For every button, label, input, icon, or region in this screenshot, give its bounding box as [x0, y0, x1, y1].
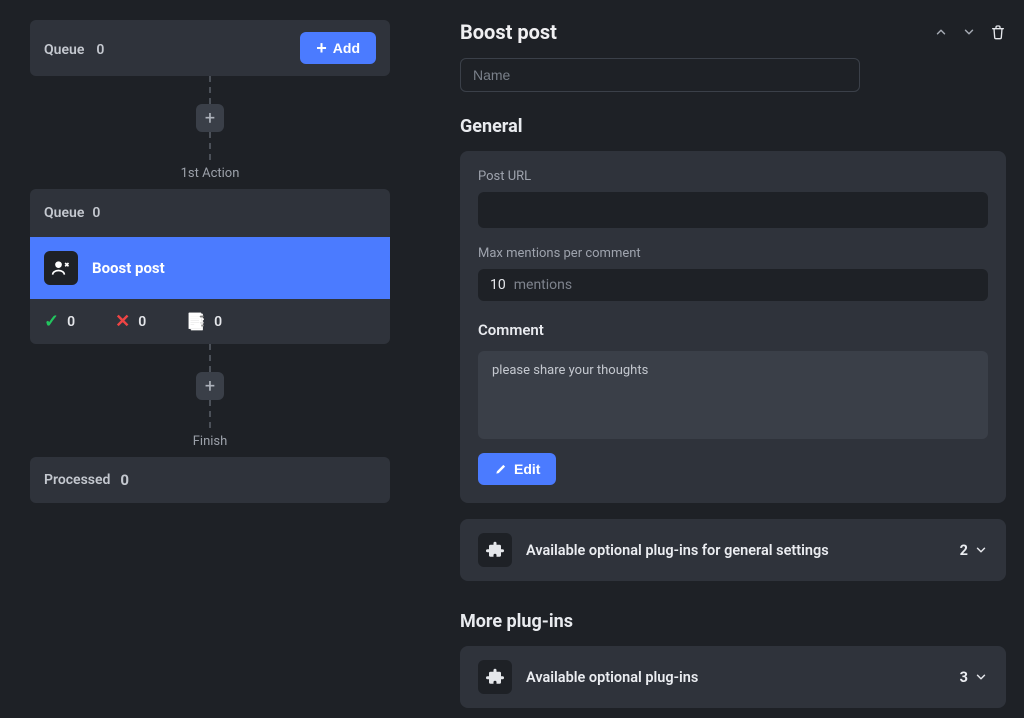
- plugins-general-text: Available optional plug-ins for general …: [526, 542, 946, 559]
- move-down-icon[interactable]: [962, 25, 976, 39]
- boost-post-row[interactable]: Boost post: [30, 237, 390, 299]
- post-url-label: Post URL: [478, 169, 988, 184]
- detail-panel: Boost post General Post URL Max mentions…: [420, 0, 1024, 718]
- connector: [209, 76, 211, 104]
- add-step-button[interactable]: +: [196, 104, 224, 132]
- queue-label-group: Queue 0: [44, 39, 104, 58]
- edit-button-label: Edit: [514, 461, 540, 477]
- stat-other-value: 0: [214, 314, 222, 330]
- plugins-more-count: 3: [960, 669, 988, 686]
- action-card: Queue 0 Boost post ✓ 0 ✕ 0 �: [30, 189, 390, 344]
- add-button[interactable]: + Add: [300, 32, 376, 64]
- name-input[interactable]: [460, 58, 860, 92]
- stat-fail: ✕ 0: [115, 311, 146, 332]
- queue-count: 0: [96, 42, 104, 58]
- boost-icon: [44, 251, 78, 285]
- detail-title: Boost post: [460, 20, 557, 44]
- plugins-more-text: Available optional plug-ins: [526, 669, 946, 686]
- puzzle-icon: [478, 660, 512, 694]
- queue-label: Queue: [44, 205, 84, 221]
- processed-count: 0: [120, 471, 129, 489]
- comment-textarea[interactable]: please share your thoughts: [478, 351, 988, 439]
- plugins-more-row[interactable]: Available optional plug-ins 3: [460, 646, 1006, 708]
- delete-icon[interactable]: [990, 24, 1006, 40]
- connector: [209, 132, 211, 160]
- plugins-general-row[interactable]: Available optional plug-ins for general …: [460, 519, 1006, 581]
- x-icon: ✕: [115, 311, 130, 332]
- add-step-button[interactable]: +: [196, 372, 224, 400]
- more-plugins-heading: More plug-ins: [460, 611, 1006, 632]
- general-heading: General: [460, 116, 1006, 137]
- comment-heading: Comment: [478, 321, 988, 339]
- queue-label: Queue: [44, 42, 84, 58]
- workflow-column: Queue 0 + Add + 1st Action Queue 0 Boost…: [0, 0, 420, 718]
- stat-success: ✓ 0: [44, 311, 75, 332]
- finish-caption: Finish: [193, 434, 228, 449]
- edit-button[interactable]: Edit: [478, 453, 556, 485]
- max-mentions-label: Max mentions per comment: [478, 246, 988, 261]
- max-mentions-value: 10: [490, 277, 506, 293]
- boost-title: Boost post: [92, 259, 165, 277]
- max-mentions-unit: mentions: [514, 277, 572, 293]
- plus-icon: +: [316, 41, 327, 55]
- processed-label: Processed: [44, 472, 110, 488]
- stat-other: 📑 0: [186, 311, 222, 332]
- stat-fail-value: 0: [138, 314, 146, 330]
- chevron-down-icon: [974, 543, 988, 557]
- queue-start-card: Queue 0 + Add: [30, 20, 390, 76]
- plugins-general-count: 2: [960, 542, 988, 559]
- connector: [209, 344, 211, 372]
- action-caption: 1st Action: [181, 166, 240, 181]
- puzzle-icon: [478, 533, 512, 567]
- connector: [209, 400, 211, 428]
- processed-card: Processed 0: [30, 457, 390, 503]
- post-url-input[interactable]: [478, 192, 988, 228]
- action-queue-header: Queue 0: [30, 189, 390, 237]
- queue-count: 0: [92, 205, 100, 221]
- pending-icon: 📑: [186, 312, 206, 331]
- stat-success-value: 0: [67, 314, 75, 330]
- move-up-icon[interactable]: [934, 25, 948, 39]
- pencil-icon: [494, 462, 508, 476]
- detail-header: Boost post: [460, 20, 1006, 44]
- chevron-down-icon: [974, 670, 988, 684]
- detail-header-actions: [934, 24, 1006, 40]
- general-panel: Post URL Max mentions per comment 10 men…: [460, 151, 1006, 503]
- max-mentions-input[interactable]: 10 mentions: [478, 269, 988, 301]
- action-stats: ✓ 0 ✕ 0 📑 0: [30, 299, 390, 344]
- check-icon: ✓: [44, 311, 59, 332]
- add-button-label: Add: [333, 40, 360, 56]
